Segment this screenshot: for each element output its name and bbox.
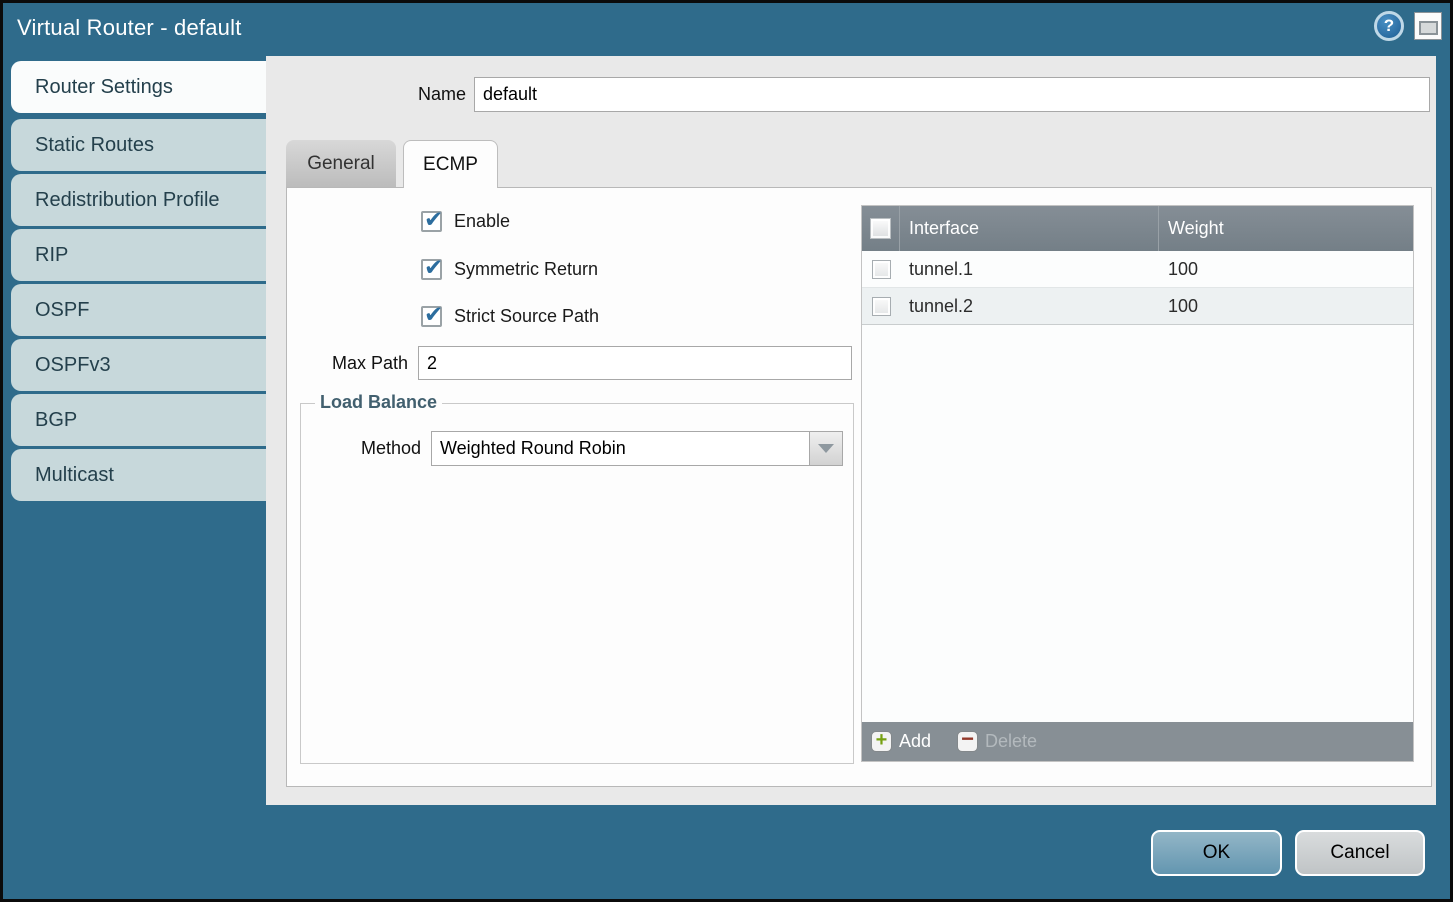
popout-window-pane (1419, 21, 1438, 35)
interface-cell: tunnel.1 (900, 259, 1159, 280)
enable-row: Enable (421, 209, 510, 233)
sidebar-item-bgp[interactable]: BGP (11, 394, 267, 446)
sidebar-item-router-settings[interactable]: Router Settings (11, 61, 267, 113)
dialog-content: Name General ECMP Enable Symmetric Retur… (266, 56, 1436, 805)
help-icon[interactable]: ? (1374, 11, 1404, 41)
table-header-checkbox-cell (862, 206, 900, 251)
max-path-label: Max Path (287, 346, 408, 380)
strict-source-path-label: Strict Source Path (454, 306, 599, 327)
method-dropdown-button[interactable] (809, 432, 842, 465)
method-label: Method (301, 431, 421, 466)
chevron-down-icon (818, 444, 834, 453)
virtual-router-dialog: Virtual Router - default ? Router Settin… (0, 0, 1453, 902)
delete-button[interactable]: Delete (957, 731, 1037, 752)
strict-source-path-row: Strict Source Path (421, 304, 599, 328)
sidebar-item-label: BGP (35, 409, 77, 431)
method-dropdown-value: Weighted Round Robin (440, 432, 626, 465)
sidebar-item-label: Static Routes (35, 134, 154, 156)
sidebar-item-label: Redistribution Profile (35, 189, 220, 211)
name-input[interactable] (474, 77, 1430, 112)
row-checkbox-cell (862, 260, 900, 279)
table-row[interactable]: tunnel.1 100 (862, 251, 1413, 288)
sidebar-item-ospfv3[interactable]: OSPFv3 (11, 339, 267, 391)
ecmp-tab-panel: Enable Symmetric Return Strict Source Pa… (286, 187, 1432, 787)
symmetric-return-label: Symmetric Return (454, 259, 598, 280)
sidebar-item-rip[interactable]: RIP (11, 229, 267, 281)
table-toolbar: Add Delete (862, 722, 1413, 761)
strict-source-path-checkbox[interactable] (421, 306, 442, 327)
method-dropdown[interactable]: Weighted Round Robin (431, 431, 843, 466)
cancel-button[interactable]: Cancel (1295, 830, 1425, 876)
sidebar-item-label: RIP (35, 244, 68, 266)
sidebar-item-label: Router Settings (35, 76, 173, 98)
dialog-title: Virtual Router - default (17, 15, 242, 41)
sidebar-item-redistribution-profile[interactable]: Redistribution Profile (11, 174, 267, 226)
row-checkbox-cell (862, 297, 900, 316)
column-header-interface: Interface (900, 206, 1159, 251)
load-balance-legend: Load Balance (315, 392, 442, 413)
weight-cell: 100 (1159, 296, 1413, 317)
row-checkbox[interactable] (872, 260, 891, 279)
enable-checkbox[interactable] (421, 211, 442, 232)
sidebar-item-static-routes[interactable]: Static Routes (11, 119, 267, 171)
sidebar-item-label: OSPFv3 (35, 354, 111, 376)
max-path-input[interactable] (418, 346, 852, 380)
popout-window-icon[interactable] (1414, 12, 1442, 40)
add-button-label: Add (899, 731, 931, 752)
add-button[interactable]: Add (871, 731, 931, 752)
enable-label: Enable (454, 211, 510, 232)
symmetric-return-checkbox[interactable] (421, 259, 442, 280)
sidebar-item-multicast[interactable]: Multicast (11, 449, 267, 501)
plus-icon (871, 731, 892, 752)
tab-general[interactable]: General (286, 140, 396, 187)
sidebar-item-label: Multicast (35, 464, 114, 486)
ecmp-interface-table: Interface Weight tunnel.1 100 tunnel.2 1… (861, 205, 1414, 762)
ok-button[interactable]: OK (1151, 830, 1282, 876)
column-header-weight: Weight (1159, 206, 1413, 251)
table-row[interactable]: tunnel.2 100 (862, 288, 1413, 325)
table-header-row: Interface Weight (862, 206, 1413, 251)
symmetric-return-row: Symmetric Return (421, 257, 598, 281)
tab-ecmp[interactable]: ECMP (403, 140, 498, 188)
minus-icon (957, 731, 978, 752)
row-checkbox[interactable] (872, 297, 891, 316)
delete-button-label: Delete (985, 731, 1037, 752)
name-label: Name (266, 77, 466, 112)
weight-cell: 100 (1159, 259, 1413, 280)
select-all-checkbox[interactable] (870, 218, 891, 239)
interface-cell: tunnel.2 (900, 296, 1159, 317)
sidebar-item-ospf[interactable]: OSPF (11, 284, 267, 336)
load-balance-group: Load Balance Method Weighted Round Robin (300, 403, 854, 764)
sidebar-item-label: OSPF (35, 299, 89, 321)
